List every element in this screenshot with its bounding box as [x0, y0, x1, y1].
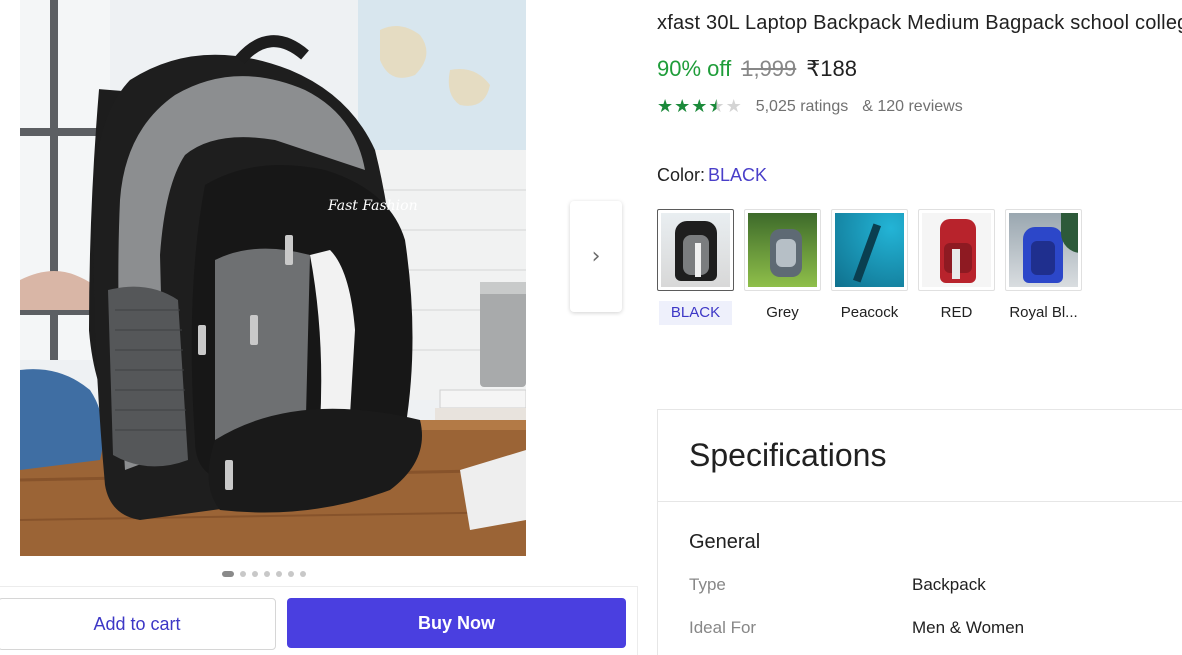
product-main-image[interactable]: Fast Fashion [20, 0, 526, 556]
selected-color: BLACK [708, 165, 768, 185]
star-icon: ★ [674, 96, 691, 117]
color-label: Color: BLACK [657, 165, 767, 186]
backpack-photo: Fast Fashion [20, 0, 526, 556]
star-icon: ★ [657, 96, 674, 117]
swatch-thumbnail [657, 209, 734, 291]
chevron-right-icon: › [591, 244, 601, 269]
swatch-image [1009, 213, 1078, 287]
swatch-label: BLACK [658, 301, 733, 325]
swatch-image [748, 213, 817, 287]
product-title: xfast 30L Laptop Backpack Medium Bagpack… [657, 12, 1182, 34]
price-row: 90% off 1,999 ₹188 [657, 56, 857, 82]
swatch-thumbnail [831, 209, 908, 291]
specifications-header[interactable]: Specifications [658, 410, 1182, 502]
star-half-icon: ★ [708, 96, 725, 117]
swatch-peacock[interactable]: Peacock [831, 209, 908, 325]
specifications-title: Specifications [689, 437, 887, 473]
action-bar: Add to cart Buy Now [0, 586, 638, 655]
carousel-dot[interactable] [276, 571, 282, 577]
spec-row: Ideal For Men & Women [689, 618, 1024, 638]
carousel-dot[interactable] [288, 571, 294, 577]
star-rating: ★ ★ ★ ★ ★ [657, 97, 742, 117]
add-to-cart-button[interactable]: Add to cart [0, 598, 276, 650]
star-empty-icon: ★ [725, 96, 742, 117]
carousel-dot[interactable] [300, 571, 306, 577]
bag-brand-lettering: Fast Fashion [327, 198, 418, 214]
spec-row: Type Backpack [689, 575, 986, 595]
swatch-royal-blue[interactable]: Royal Bl... [1005, 209, 1082, 325]
carousel-dot[interactable] [264, 571, 270, 577]
buy-now-button[interactable]: Buy Now [287, 598, 626, 648]
swatch-image [835, 213, 904, 287]
star-icon: ★ [691, 96, 708, 117]
swatch-label: Royal Bl... [1009, 304, 1078, 321]
carousel-dot[interactable] [252, 571, 258, 577]
swatch-label: Grey [766, 304, 799, 321]
swatch-grey[interactable]: Grey [744, 209, 821, 325]
rating-row[interactable]: ★ ★ ★ ★ ★ 5,025 ratings & 120 reviews [657, 97, 963, 117]
color-label-text: Color: [657, 165, 706, 185]
swatch-red[interactable]: RED [918, 209, 995, 325]
spec-value: Men & Women [912, 618, 1025, 637]
carousel-dots [222, 571, 306, 577]
swatch-thumbnail [1005, 209, 1082, 291]
swatch-label: RED [940, 304, 973, 321]
carousel-dot[interactable] [222, 571, 234, 577]
reviews-count[interactable]: & 120 reviews [862, 98, 963, 116]
selling-price: ₹188 [806, 56, 857, 81]
swatch-thumbnail [744, 209, 821, 291]
specifications-card: Specifications General Type Backpack Ide… [657, 409, 1182, 655]
spec-group-title: General [689, 531, 761, 553]
discount-percent: 90% off [657, 56, 732, 81]
ratings-count[interactable]: 5,025 ratings [756, 98, 849, 116]
swatch-label: Peacock [840, 304, 899, 321]
swatch-image [661, 213, 730, 287]
swatch-black[interactable]: BLACK [657, 209, 734, 325]
carousel-dot[interactable] [240, 571, 246, 577]
carousel-next-button[interactable]: › [570, 201, 622, 312]
color-swatches: BLACK Grey Peacock RED Royal Bl... [657, 209, 1082, 325]
spec-key: Ideal For [689, 618, 757, 637]
swatch-thumbnail [918, 209, 995, 291]
original-price: 1,999 [741, 56, 797, 81]
spec-key: Type [689, 575, 726, 594]
spec-value: Backpack [912, 575, 986, 594]
swatch-image [922, 213, 991, 287]
